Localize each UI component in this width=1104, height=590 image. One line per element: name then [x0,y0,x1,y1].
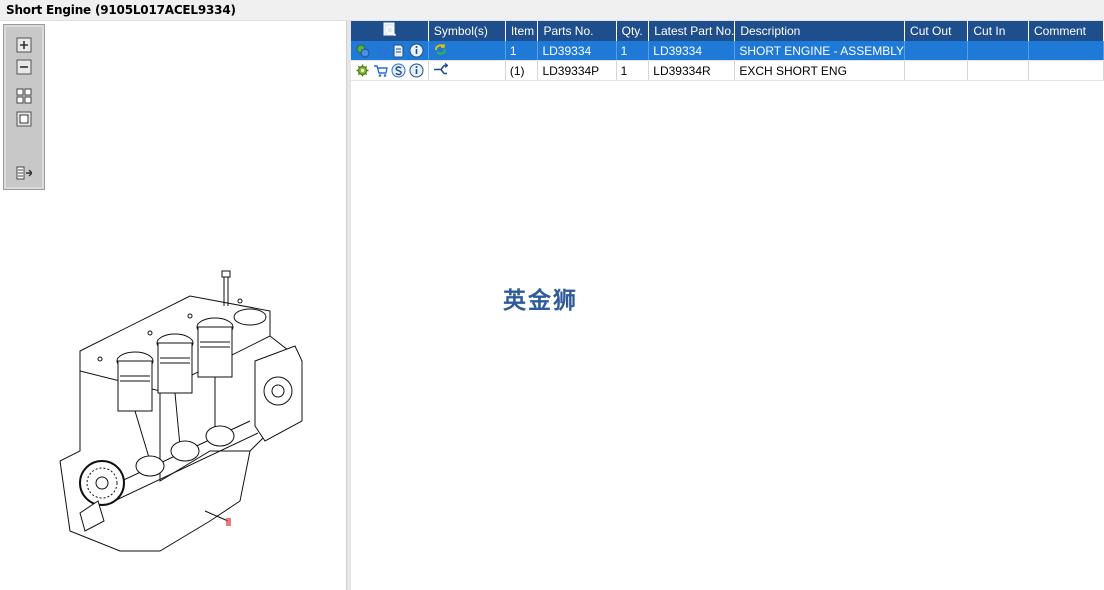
row-actions-cell [351,60,429,81]
column-header-cut-in[interactable]: Cut In [967,21,1029,41]
zoom-out-icon[interactable] [16,59,32,75]
window-titlebar: Short Engine (9105L017ACEL9334) [0,0,1104,21]
description-cell: EXCH SHORT ENG [734,60,906,81]
cart-icon[interactable] [373,63,388,78]
latest-part-no-cell: LD39334R [648,60,736,81]
table-row[interactable]: 1 LD39334 1 LD39334 SHORT ENGINE - ASSEM… [351,41,1104,61]
column-header-description[interactable]: Description [734,21,906,41]
part-no-cell: LD39334 [537,41,617,61]
cut-in-cell [967,60,1029,81]
s-badge-icon[interactable] [391,63,406,78]
parts-grid: Symbol(s) Item Parts No. Qty. Latest Par… [351,21,1104,590]
engine-drawing [59,270,303,552]
column-header-parts-no[interactable]: Parts No. [537,21,617,41]
callout-marker[interactable] [226,518,231,526]
list-export-icon[interactable] [16,165,32,181]
watermark-text: 英金狮 [503,288,578,314]
book-icon[interactable] [391,43,406,58]
cut-out-cell [904,60,969,81]
grid-header-row: Symbol(s) Item Parts No. Qty. Latest Par… [351,21,1104,41]
info-icon[interactable] [409,63,424,78]
comment-cell [1028,60,1104,81]
zoom-in-icon[interactable] [16,37,32,53]
cycle-arrows-icon[interactable] [433,42,448,57]
part-no-cell: LD39334P [537,60,617,81]
cart-icon[interactable] [373,43,388,58]
fit-page-icon[interactable] [16,111,32,127]
cut-out-cell [904,41,969,61]
parts-table: Symbol(s) Item Parts No. Qty. Latest Par… [351,21,1104,81]
column-header-item[interactable]: Item [505,21,539,41]
exchange-arrow-icon[interactable] [433,62,448,77]
view-toolbox [3,24,45,190]
gear-icon[interactable] [355,63,370,78]
qty-cell: 1 [616,41,650,61]
column-header-symbols[interactable]: Symbol(s) [428,21,506,41]
comment-cell [1028,41,1104,61]
cut-in-cell [967,41,1029,61]
fit-all-icon[interactable] [16,88,32,104]
item-cell: 1 [505,41,539,61]
illustration-pane[interactable] [0,21,346,590]
info-icon[interactable] [409,43,424,58]
qty-cell: 1 [616,60,650,81]
column-header-comment[interactable]: Comment [1028,21,1104,41]
column-header-cut-out[interactable]: Cut Out [904,21,969,41]
table-row[interactable]: (1) LD39334P 1 LD39334R EXCH SHORT ENG [351,60,1104,81]
column-header-latest-part-no[interactable]: Latest Part No. [648,21,736,41]
column-header-tools[interactable] [351,21,429,41]
description-cell: SHORT ENGINE - ASSEMBLY [734,41,906,61]
gear-link-icon[interactable] [355,43,370,58]
symbols-cell [428,60,506,81]
search-doc-icon[interactable] [382,22,397,37]
window-title: Short Engine (9105L017ACEL9334) [6,3,236,17]
column-header-qty[interactable]: Qty. [616,21,650,41]
symbols-cell [428,41,506,61]
latest-part-no-cell: LD39334 [648,41,736,61]
row-actions-cell [351,41,429,61]
item-cell: (1) [505,60,539,81]
